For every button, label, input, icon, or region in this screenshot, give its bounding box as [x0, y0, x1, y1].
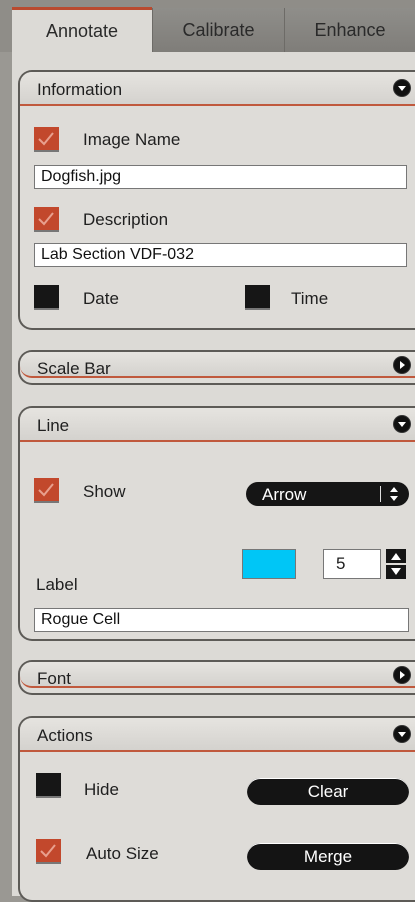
line-style-value: Arrow	[262, 485, 307, 504]
line-width-stepper[interactable]	[386, 549, 406, 579]
hide-checkbox[interactable]	[36, 773, 61, 798]
panel-title: Information	[37, 80, 123, 99]
font-panel: Font	[18, 660, 415, 695]
image-name-field[interactable]: Dogfish.jpg	[34, 165, 407, 189]
actions-panel: Actions Hide Clear Auto Size Merge	[18, 716, 415, 902]
tab-calibrate[interactable]: Calibrate	[152, 8, 284, 52]
expand-chevron-right-icon[interactable]	[394, 357, 410, 373]
panel-title: Scale Bar	[37, 359, 111, 378]
checkmark-icon	[40, 844, 56, 858]
select-divider	[380, 486, 381, 502]
description-field[interactable]: Lab Section VDF-032	[34, 243, 407, 267]
tab-annotate[interactable]: Annotate	[12, 7, 152, 53]
font-panel-header[interactable]: Font	[20, 662, 415, 688]
hide-label: Hide	[84, 780, 119, 799]
time-label: Time	[291, 289, 329, 308]
line-width-field[interactable]: 5	[323, 549, 381, 579]
increment-button[interactable]	[386, 549, 406, 563]
collapse-chevron-down-icon[interactable]	[394, 726, 410, 742]
tab-enhance[interactable]: Enhance	[284, 8, 415, 52]
show-line-checkbox[interactable]	[34, 478, 59, 503]
show-label: Show	[83, 482, 126, 501]
line-style-select[interactable]: Arrow	[246, 482, 409, 506]
line-panel: Line Show Arrow 5 Label Rogue Cell	[18, 406, 415, 641]
panel-title: Line	[37, 416, 70, 435]
merge-button[interactable]: Merge	[247, 843, 409, 870]
clear-button[interactable]: Clear	[247, 778, 409, 805]
line-color-swatch[interactable]	[242, 549, 296, 579]
time-checkbox[interactable]	[245, 285, 270, 310]
description-label: Description	[83, 210, 169, 229]
collapse-chevron-down-icon[interactable]	[394, 80, 410, 96]
auto-size-checkbox[interactable]	[36, 839, 61, 864]
checkmark-icon	[38, 212, 54, 226]
checkmark-icon	[38, 483, 54, 497]
information-panel-header[interactable]: Information	[20, 72, 415, 106]
description-checkbox[interactable]	[34, 207, 59, 232]
image-name-label: Image Name	[83, 130, 181, 149]
tab-label: Enhance	[314, 19, 386, 40]
image-name-checkbox[interactable]	[34, 127, 59, 152]
actions-panel-header[interactable]: Actions	[20, 718, 415, 752]
date-checkbox[interactable]	[34, 285, 59, 310]
up-down-arrows-icon	[388, 485, 400, 508]
information-panel: Information Image Name Dogfish.jpg Descr…	[18, 70, 415, 330]
arrow-down-icon	[391, 568, 401, 575]
checkmark-icon	[38, 132, 54, 146]
collapse-chevron-down-icon[interactable]	[394, 416, 410, 432]
line-label-field[interactable]: Rogue Cell	[34, 608, 409, 632]
date-label: Date	[83, 289, 119, 308]
tab-label: Annotate	[45, 21, 119, 41]
decrement-button[interactable]	[386, 565, 406, 579]
label-caption: Label	[36, 575, 78, 594]
panel-title: Actions	[37, 726, 93, 745]
tab-bar: Annotate Calibrate Enhance	[0, 0, 415, 53]
scale-bar-panel-header[interactable]: Scale Bar	[20, 352, 415, 378]
panel-title: Font	[37, 669, 72, 688]
scale-bar-panel: Scale Bar	[18, 350, 415, 385]
arrow-up-icon	[391, 553, 401, 560]
expand-chevron-right-icon[interactable]	[394, 667, 410, 683]
tab-label: Calibrate	[182, 19, 255, 40]
auto-size-label: Auto Size	[86, 844, 159, 863]
line-panel-header[interactable]: Line	[20, 408, 415, 442]
